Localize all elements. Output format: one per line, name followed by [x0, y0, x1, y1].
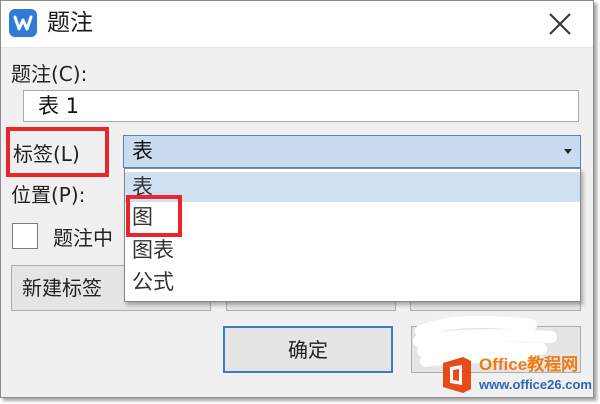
caption-input[interactable]: 表 1	[23, 90, 579, 122]
ok-button[interactable]: 确定	[223, 326, 393, 373]
exclude-label-text: 题注中	[53, 226, 113, 250]
dialog-title: 题注	[47, 10, 93, 36]
label-select-value: 表	[132, 139, 153, 163]
close-icon[interactable]	[545, 9, 575, 39]
dropdown-option-chart[interactable]: 图表	[125, 235, 580, 265]
annotation-highlight-figure	[126, 195, 182, 237]
position-label: 位置(P):	[11, 183, 86, 207]
watermark-url: www.office26.com	[479, 377, 592, 392]
dropdown-option-equation[interactable]: 公式	[125, 267, 580, 297]
label-dropdown-list: 表 图 图表 公式	[124, 168, 581, 302]
watermark-brand: Office教程网	[479, 355, 579, 374]
wps-writer-icon	[9, 9, 37, 37]
dropdown-option-figure[interactable]: 图	[125, 202, 580, 232]
caption-label: 题注(C):	[11, 62, 88, 86]
dropdown-option-table[interactable]: 表	[125, 172, 580, 202]
annotation-highlight-label	[6, 127, 109, 177]
office-logo-icon	[439, 355, 475, 395]
caption-dialog: 题注 题注(C): 表 1 标签(L) 表 位置(P): 题注中 新建标签 确定…	[0, 0, 594, 398]
title-bar: 题注	[1, 1, 593, 48]
chevron-down-icon[interactable]	[564, 149, 572, 154]
site-watermark: Office教程网 www.office26.com	[431, 353, 599, 401]
label-select[interactable]: 表	[123, 135, 581, 168]
exclude-label-checkbox[interactable]	[12, 223, 38, 249]
